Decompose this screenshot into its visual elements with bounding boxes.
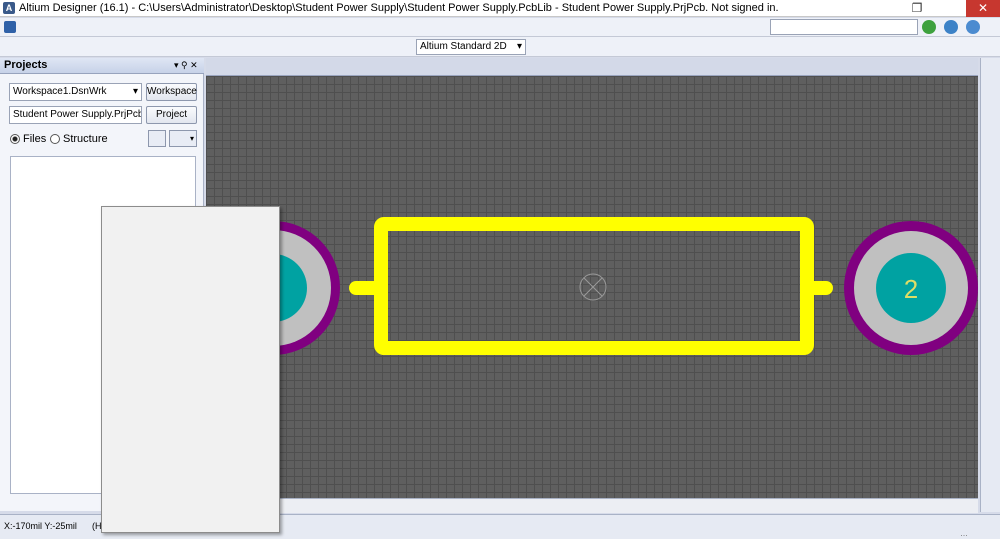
- project-options-icon[interactable]: [148, 130, 166, 147]
- structure-radio[interactable]: [50, 134, 60, 144]
- files-radio[interactable]: [10, 134, 20, 144]
- panel-controls[interactable]: ▾ ⚲ ✕: [174, 60, 198, 71]
- chevron-down-icon: ▾: [132, 86, 138, 97]
- pcb-canvas[interactable]: 2: [206, 76, 978, 512]
- restore-icon[interactable]: ❐: [903, 0, 931, 17]
- files-label: Files: [23, 133, 47, 145]
- add-document-icon[interactable]: ▾: [169, 130, 197, 147]
- back-icon[interactable]: [922, 20, 936, 34]
- search-input[interactable]: [770, 19, 918, 35]
- workspace-value: Workspace1.DsnWrk: [13, 86, 107, 97]
- context-menu: [101, 206, 280, 533]
- status-corner: …: [960, 529, 968, 538]
- structure-label: Structure: [63, 133, 108, 145]
- layer-tabs: [206, 498, 978, 513]
- pad-number: 2: [904, 274, 918, 304]
- right-panel-tabs: [980, 58, 1000, 512]
- window-title: Altium Designer (16.1) - C:\Users\Admini…: [19, 2, 779, 14]
- cursor-coordinates: X:-170mil Y:-25mil: [4, 521, 77, 531]
- help-icon[interactable]: [966, 20, 980, 34]
- forward-icon[interactable]: [944, 20, 958, 34]
- close-icon[interactable]: ✕: [966, 0, 1000, 17]
- title-bar: A Altium Designer (16.1) - C:\Users\Admi…: [0, 0, 1000, 17]
- view-mode-value: Altium Standard 2D: [420, 41, 507, 52]
- altium-logo-icon: A: [3, 2, 15, 14]
- workspace-select[interactable]: Workspace1.DsnWrk ▾: [9, 83, 142, 101]
- chevron-down-icon: ▾: [516, 41, 522, 52]
- workspace-button[interactable]: Workspace: [146, 83, 197, 101]
- menu-bar: [0, 18, 1000, 37]
- project-field[interactable]: Student Power Supply.PrjPcb: [9, 106, 142, 124]
- project-button[interactable]: Project: [146, 106, 197, 124]
- view-mode-select[interactable]: Altium Standard 2D ▾: [416, 39, 526, 55]
- toolbar: Altium Standard 2D ▾: [0, 37, 1000, 57]
- footprint-view: 2: [206, 217, 978, 355]
- document-tabs: [206, 58, 978, 76]
